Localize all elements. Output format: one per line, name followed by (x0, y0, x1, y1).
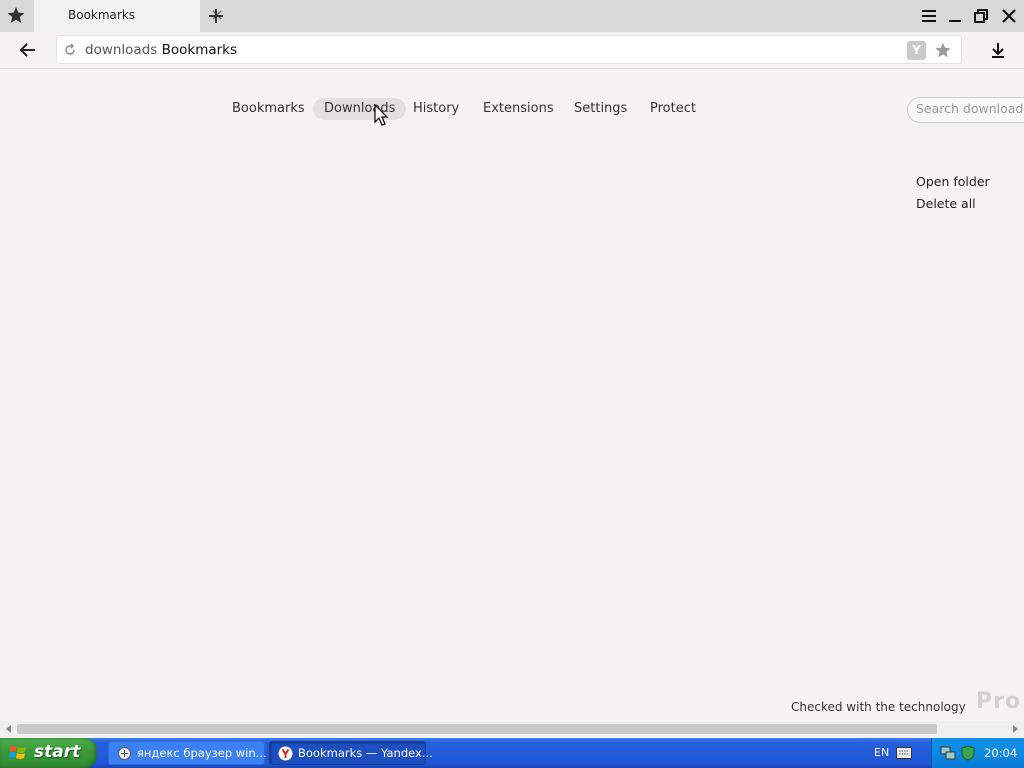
close-window-icon[interactable] (999, 6, 1019, 26)
tab-title: Bookmarks (68, 8, 136, 22)
keyboard-icon[interactable] (896, 747, 912, 759)
menu-icon[interactable] (919, 6, 939, 26)
address-page: Bookmarks (161, 42, 238, 58)
search-downloads-input[interactable] (916, 101, 1024, 116)
mouse-cursor-icon (374, 104, 389, 126)
star-icon[interactable] (6, 5, 26, 25)
browser-window-icon (118, 747, 131, 760)
new-tab-icon[interactable] (206, 6, 226, 26)
system-tray: 20:04 (931, 738, 1024, 768)
clock[interactable]: 20:04 (984, 746, 1017, 760)
open-folder-link[interactable]: Open folder (916, 174, 990, 189)
nav-downloads[interactable]: Downloads (313, 98, 407, 120)
network-icon[interactable] (940, 745, 956, 761)
protect-logo: Pro (976, 689, 1022, 714)
search-downloads-box[interactable] (907, 97, 1024, 123)
browser-tab[interactable]: Bookmarks (34, 0, 222, 32)
address-host: downloads (85, 42, 158, 58)
horizontal-scrollbar[interactable] (0, 721, 1024, 737)
minimize-icon[interactable] (945, 6, 965, 26)
taskbar-item-search[interactable]: яндекс браузер win... (108, 741, 267, 765)
language-indicator[interactable]: EN (874, 746, 889, 759)
taskbar-item-label: яндекс браузер win... (137, 746, 267, 760)
scroll-left-arrow-icon[interactable] (4, 724, 14, 734)
security-shield-icon[interactable] (960, 745, 976, 761)
restore-icon[interactable] (971, 6, 991, 26)
checked-technology-text: Checked with the technology (791, 700, 966, 714)
nav-history[interactable]: History (402, 98, 470, 120)
scrollbar-thumb[interactable] (17, 724, 937, 734)
nav-protect[interactable]: Protect (639, 98, 707, 120)
taskbar-item-label: Bookmarks — Yandex... (298, 746, 433, 760)
bookmark-star-icon[interactable] (934, 41, 952, 59)
scroll-right-arrow-icon[interactable] (1010, 724, 1020, 734)
taskbar-item-yandex[interactable]: Bookmarks — Yandex... (269, 741, 433, 765)
nav-bookmarks[interactable]: Bookmarks (221, 98, 316, 120)
yandex-browser-icon (278, 746, 293, 761)
windows-logo-icon (9, 746, 26, 759)
address-bar-row: downloads Bookmarks Y (0, 32, 1024, 69)
nav-settings[interactable]: Settings (563, 98, 638, 120)
nav-extensions[interactable]: Extensions (472, 98, 565, 120)
start-button[interactable]: start (0, 738, 97, 768)
yandex-badge-icon[interactable]: Y (907, 41, 926, 60)
delete-all-link[interactable]: Delete all (916, 196, 976, 211)
address-text[interactable]: downloads Bookmarks (85, 42, 237, 58)
download-icon[interactable] (988, 40, 1008, 60)
omnibox[interactable]: downloads Bookmarks Y (56, 35, 962, 64)
start-label: start (34, 742, 81, 762)
reload-icon[interactable] (63, 43, 77, 57)
back-arrow-icon[interactable] (18, 40, 38, 60)
tab-strip: Bookmarks (0, 0, 1024, 32)
taskbar: start яндекс браузер win... Bookmarks — … (0, 738, 1024, 768)
